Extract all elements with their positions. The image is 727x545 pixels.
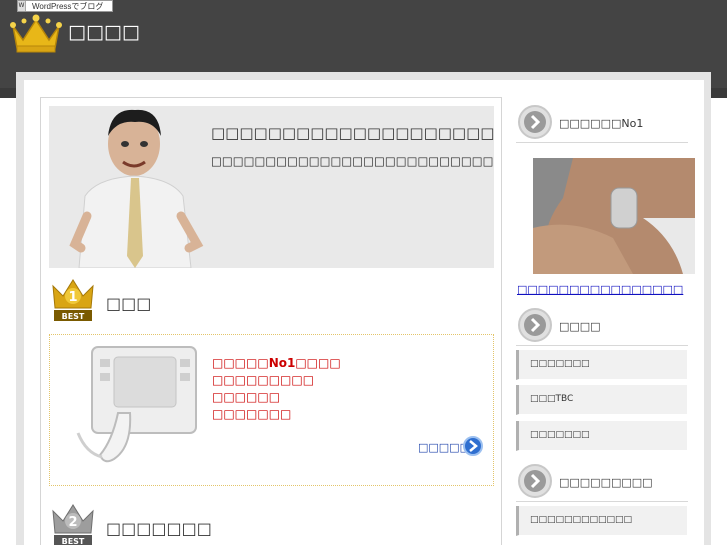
sidebar-arrow-icon <box>518 308 552 342</box>
rank-2-best-label: BEST <box>62 537 85 545</box>
sidebar-item-label: □□□□□□□ <box>530 359 590 369</box>
hero-banner: □□□□□□□□□□□□□□□□□□□□□ □□□□□□□□□□□□□□□□□□… <box>49 106 494 268</box>
sidebar-item[interactable]: □□□□□□□ <box>516 421 687 451</box>
rank-1-feature-4: □□□□□□□ <box>212 407 292 421</box>
sidebar-section-2-title: □□□□ <box>559 320 601 333</box>
arrow-right-icon[interactable] <box>463 436 483 456</box>
sidebar-section-1-header: □□□□□□No1 <box>516 103 688 143</box>
rank-1-feature-3: □□□□□□ <box>212 390 281 404</box>
sidebar-section-3-title: □□□□□□□□□ <box>559 476 653 489</box>
wordpress-icon: W <box>18 1 26 11</box>
sidebar-item-label: □□□□□□□□□□□□ <box>530 515 633 525</box>
rank-1-feature-1: □□□□□No1□□□□ <box>212 356 341 370</box>
rank-2-badge-icon: 2 BEST <box>52 504 94 545</box>
sidebar-item[interactable]: □□□□□□□ <box>516 350 687 380</box>
rank-1-best-label: BEST <box>62 312 85 321</box>
sidebar-arrow-icon <box>518 105 552 139</box>
shaving-man-photo <box>533 158 695 274</box>
hero-body: □□□□□□□□□□□□□□□□□□□□□□□□□□□□□□□□□□□□□□□□… <box>211 154 494 168</box>
sidebar-section-1-title: □□□□□□No1 <box>559 117 644 130</box>
crown-logo-icon[interactable] <box>10 12 62 54</box>
sidebar-image-link[interactable]: □□□□□□□□□□□□□□□□ <box>517 283 683 296</box>
wordpress-badge-label: WordPressでブログ <box>32 1 104 11</box>
rank-1-card: □□□□□No1□□□□ □□□□□□□□□ □□□□□□ □□□□□□□ □□… <box>49 334 494 486</box>
sidebar-item-label: □□□□□□□ <box>530 430 590 440</box>
sidebar-item[interactable]: □□□TBC <box>516 385 687 415</box>
hero-title: □□□□□□□□□□□□□□□□□□□□□ <box>211 124 494 142</box>
wordpress-badge[interactable]: W WordPressでブログ <box>17 0 113 12</box>
rank-2-title[interactable]: □□□□□□□ <box>106 519 212 538</box>
rank-2-number: 2 <box>68 515 77 530</box>
rank-1-feature-2: □□□□□□□□□ <box>212 373 315 387</box>
sidebar-item-label: □□□TBC <box>530 394 574 404</box>
sidebar-feature-image[interactable] <box>533 158 695 274</box>
hero-person-illustration <box>69 109 204 268</box>
site-title[interactable]: □□□□ <box>68 21 140 43</box>
sidebar-arrow-icon <box>518 464 552 498</box>
sidebar-section-3-header: □□□□□□□□□ <box>516 462 688 502</box>
product-device-image <box>76 346 197 463</box>
sidebar-section-2-header: □□□□ <box>516 306 688 346</box>
rank-1-title[interactable]: □□□ <box>106 294 151 313</box>
rank-1-features: □□□□□No1□□□□ □□□□□□□□□ □□□□□□ □□□□□□□ <box>212 355 341 423</box>
rank-1-number: 1 <box>68 290 77 305</box>
sidebar-item[interactable]: □□□□□□□□□□□□ <box>516 506 687 536</box>
rank-1-badge-icon: 1 BEST <box>52 279 94 321</box>
